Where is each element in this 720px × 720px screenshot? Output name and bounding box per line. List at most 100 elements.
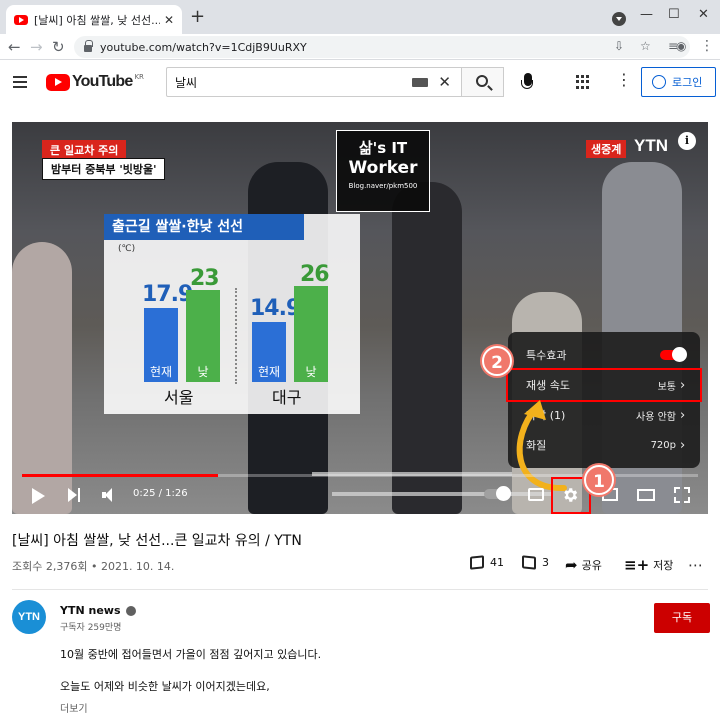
youtube-play-logo-icon xyxy=(46,73,70,91)
chevron-right-icon: › xyxy=(680,407,686,423)
url-text[interactable]: youtube.com/watch?v=1CdjB9UuRXY xyxy=(100,41,307,54)
like-button[interactable]: 41 xyxy=(470,555,504,570)
share-arrow-icon: ➦ xyxy=(565,556,578,574)
subscribe-button[interactable]: 구독 xyxy=(654,603,710,633)
thumbs-up-icon xyxy=(470,555,484,570)
reload-icon[interactable]: ↻ xyxy=(52,38,65,56)
install-app-icon[interactable]: ⇩ xyxy=(614,39,624,53)
profile-icon[interactable]: ◉ xyxy=(676,39,686,53)
apps-grid-icon[interactable] xyxy=(576,75,590,89)
search-input[interactable]: 날씨 ✕ xyxy=(166,67,462,97)
description-line: 10월 중반에 접어들면서 가을이 점점 깊어지고 있습니다. xyxy=(60,648,322,661)
progress-played xyxy=(22,474,219,477)
save-playlist-icon: ≡+ xyxy=(624,556,650,574)
subscriber-count: 구독자 259만명 xyxy=(60,623,122,633)
settings-more-icon[interactable]: ⋮ xyxy=(616,70,632,89)
info-icon[interactable]: i xyxy=(678,132,696,150)
keyboard-icon[interactable] xyxy=(412,77,429,87)
like-count: 41 xyxy=(490,556,504,569)
show-more-link[interactable]: 더보기 xyxy=(60,700,88,715)
omnibox[interactable]: youtube.com/watch?v=1CdjB9UuRXY ⇩ ☆ ≡ xyxy=(74,36,690,58)
autoplay-toggle[interactable] xyxy=(484,486,511,501)
dislike-count: 3 xyxy=(542,556,549,569)
address-bar-row: ← → ↻ youtube.com/watch?v=1CdjB9UuRXY ⇩ … xyxy=(0,34,720,60)
video-player[interactable]: 큰 일교차 주의 밤부터 중북부 '빗방울' 삶's IT Worker Blo… xyxy=(12,122,708,514)
settings-item-value: 사용 안함 xyxy=(636,411,676,423)
daegu-day-label: 낮 xyxy=(305,365,317,379)
watermark-line2: Worker xyxy=(348,158,418,178)
playback-speed-highlight-box xyxy=(506,368,702,402)
video-stats: 조회수 2,376회 • 2021. 10. 14. xyxy=(12,560,175,573)
search-button[interactable] xyxy=(462,67,504,97)
dislike-button[interactable]: 3 xyxy=(522,555,549,570)
subtitles-icon[interactable] xyxy=(528,488,544,501)
step-2-badge: 2 xyxy=(482,346,512,376)
seoul-now-label: 현재 xyxy=(149,365,173,379)
channel-name[interactable]: YTN news xyxy=(60,604,136,617)
weather-unit: (℃) xyxy=(118,244,136,254)
play-icon[interactable] xyxy=(32,488,45,504)
window-close-button[interactable]: ✕ xyxy=(698,7,709,22)
youtube-favicon-icon xyxy=(14,14,28,25)
browser-menu-icon[interactable]: ⋮ xyxy=(700,38,714,54)
tab-title: [날씨] 아침 쌀쌀, 낮 선선...큰 일교차 유... xyxy=(34,13,160,27)
weather-graphic: 출근길 쌀쌀·한낮 선선 (℃) 17.9 23 현재 낮 서울 14.9 26… xyxy=(104,214,360,414)
new-tab-button[interactable]: + xyxy=(190,8,205,26)
back-arrow-icon[interactable]: ← xyxy=(8,38,21,56)
description-line: 오늘도 어제와 비슷한 날씨가 이어지겠는데요, xyxy=(60,680,270,693)
caption-headline: 큰 일교차 주의 xyxy=(42,140,127,160)
search-query[interactable]: 날씨 xyxy=(175,74,412,91)
microphone-icon[interactable] xyxy=(521,73,533,89)
weather-divider xyxy=(235,288,237,384)
minimize-button[interactable]: — xyxy=(640,7,653,22)
share-button[interactable]: ➦ 공유 xyxy=(565,556,602,574)
daegu-now-value: 14.9 xyxy=(250,296,301,321)
fullscreen-icon[interactable] xyxy=(674,487,690,503)
theater-mode-icon[interactable] xyxy=(637,489,655,501)
menu-hamburger-icon[interactable] xyxy=(13,76,27,88)
weather-graphic-title: 출근길 쌀쌀·한낮 선선 xyxy=(104,214,304,240)
login-label: 로그인 xyxy=(672,76,703,89)
clear-search-icon[interactable]: ✕ xyxy=(438,73,451,91)
daegu-day-value: 26 xyxy=(300,262,330,287)
volume-icon[interactable] xyxy=(102,488,120,502)
caption-subline: 밤부터 중북부 '빗방울' xyxy=(42,158,166,180)
save-label: 저장 xyxy=(653,559,674,572)
settings-item-effects[interactable]: 특수효과 xyxy=(508,340,700,370)
next-icon[interactable] xyxy=(68,488,82,502)
watermark-line1: 삶's IT xyxy=(358,139,408,157)
verified-check-icon xyxy=(125,605,136,616)
save-button[interactable]: ≡+ 저장 xyxy=(624,556,673,574)
login-button[interactable]: 로그인 xyxy=(641,67,716,97)
maximize-button[interactable]: ☐ xyxy=(668,7,680,22)
logo-region: KR xyxy=(134,73,144,81)
tab-close-icon[interactable]: ✕ xyxy=(164,13,174,27)
more-actions-icon[interactable]: ⋯ xyxy=(688,556,703,574)
settings-item-value: 720p xyxy=(650,439,676,451)
thumbs-down-icon xyxy=(522,555,536,570)
background-person xyxy=(392,182,462,514)
tab-search-icon[interactable] xyxy=(612,12,626,26)
seoul-city-label: 서울 xyxy=(164,388,194,407)
seoul-day-value: 23 xyxy=(190,266,220,291)
lock-icon[interactable] xyxy=(84,40,93,52)
settings-item-label: 특수효과 xyxy=(526,349,567,362)
channel-name-text[interactable]: YTN news xyxy=(60,604,121,617)
channel-avatar[interactable]: YTN xyxy=(12,600,46,634)
ytn-logo: YTN xyxy=(634,136,668,155)
youtube-logo[interactable]: YouTube KR xyxy=(46,73,144,91)
browser-tab[interactable]: [날씨] 아침 쌀쌀, 낮 선선...큰 일교차 유... ✕ xyxy=(6,5,182,34)
daegu-now-label: 현재 xyxy=(257,365,281,379)
effects-toggle[interactable] xyxy=(660,347,687,362)
step-1-badge: 1 xyxy=(584,465,614,495)
video-title: [날씨] 아침 쌀쌀, 낮 선선...큰 일교차 유의 / YTN xyxy=(12,533,302,549)
time-display: 0:25 / 1:26 xyxy=(133,488,188,499)
bookmark-star-icon[interactable]: ☆ xyxy=(640,39,651,53)
youtube-header: YouTube KR 날씨 ✕ ⋮ 로그인 xyxy=(0,60,720,106)
share-label: 공유 xyxy=(581,559,602,572)
search-icon xyxy=(476,75,488,87)
seoul-day-label: 낮 xyxy=(197,365,209,379)
forward-arrow-icon[interactable]: → xyxy=(30,38,43,56)
watermark-line3: Blog.naver/pkm500 xyxy=(348,182,418,190)
logo-text: YouTube xyxy=(72,73,133,90)
